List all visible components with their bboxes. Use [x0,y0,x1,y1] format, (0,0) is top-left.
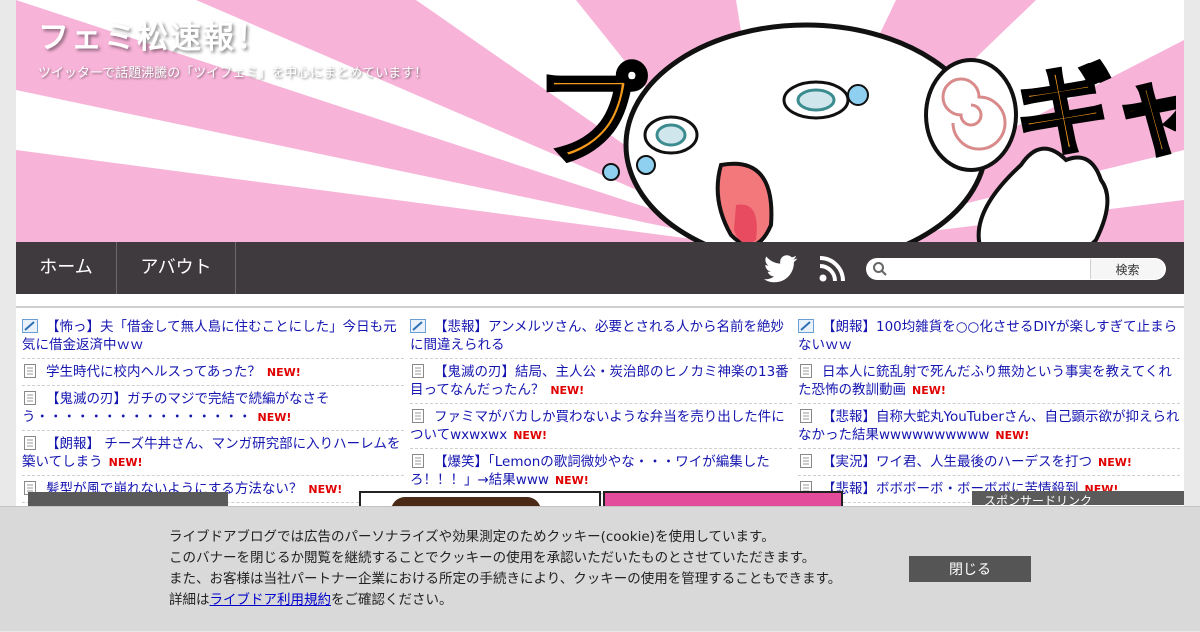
document-icon [412,409,424,423]
headline-link[interactable]: 【悲報】自称大蛇丸YouTuberさん、自己顕示欲が抑えられなかった結果wwww… [798,409,1179,443]
cookie-line-3: また、お客様は当社パートナー企業における所定の手続きにより、クッキーの使用を管理… [169,571,842,587]
headline-link[interactable]: 【朗報】 チーズ牛丼さん、マンガ研究部に入りハーレムを築いてしまう [22,436,400,470]
document-icon [412,364,424,378]
cookie-consent-banner: ライブドアブログでは広告のパーソナライズや効果測定のためクッキー(cookie)… [0,506,1200,631]
headline-link[interactable]: 【実況】ワイ君、人生最後のハーデスを打つ [822,454,1092,470]
headline-link[interactable]: 【怖っ】夫「借金して無人島に住むことにした」今日も元気に借金返済中ｗｗ [22,319,397,353]
cookie-line-4: 詳細はライブドア利用規約をご確認ください。 [169,590,841,611]
headline-link[interactable]: 【爆笑】「Lemonの歌詞微妙やな・・・ワイが編集したろ！！！」→結果www [410,454,770,488]
cookie-close-button[interactable]: 閉じる [909,556,1031,582]
twitter-icon[interactable] [764,255,798,283]
list-item: 日本人に銃乱射で死んだふり無効という事実を教えてくれた恐怖の教訓動画 NEW! [798,361,1180,404]
document-icon [24,364,36,378]
cookie-details-suffix: をご確認ください。 [331,592,453,608]
headline-link[interactable]: 【悲報】アンメルツさん、必要とされる人から名前を絶妙に間違えられる [410,319,784,353]
headline-link[interactable]: 【朗報】100均雑貨を○○化させるDIYが楽しすぎて止まらないｗｗ [798,319,1177,353]
search-box: 検索 [866,258,1166,280]
nav-home-link[interactable]: ホーム [16,242,117,294]
headline-link[interactable]: 学生時代に校内ヘルスってあった？ [46,364,261,380]
list-item: 【怖っ】夫「借金して無人島に住むことにした」今日も元気に借金返済中ｗｗ [22,316,404,359]
new-badge: NEW! [266,366,301,379]
list-item: 【悲報】自称大蛇丸YouTuberさん、自己顕示欲が抑えられなかった結果wwww… [798,406,1180,449]
document-icon [24,391,36,405]
document-icon [800,454,812,468]
headline-link[interactable]: ファミマがバカしか買わないような弁当を売り出した件についてwxwxwx [410,409,785,443]
pencil-icon [798,319,814,333]
list-item: ファミマがバカしか買わないような弁当を売り出した件についてwxwxwx NEW! [410,406,792,449]
cookie-line-2: このバナーを閉じるか閲覧を継続することでクッキーの使用を承認いただいたものとさせ… [169,550,816,566]
list-item: 【実況】ワイ君、人生最後のハーデスを打つ NEW! [798,451,1180,476]
cookie-line-1: ライブドアブログでは広告のパーソナライズや効果測定のためクッキー(cookie)… [169,529,775,545]
link-column-2: 【悲報】アンメルツさん、必要とされる人から名前を絶妙に間違えられる 【鬼滅の刃】… [410,316,792,496]
sidebar-block-header [28,492,228,506]
global-nav: ホーム アバウト 検索 [16,242,1184,294]
cookie-details-prefix: 詳細は [169,592,210,608]
site-header: フェミ松速報！ ツイッターで話題沸騰の「ツイフェミ」を中心にまとめています！ プ [16,0,1184,242]
new-badge: NEW! [550,384,585,397]
nav-about-link[interactable]: アバウト [117,242,236,294]
headline-link[interactable]: 【鬼滅の刃】結局、主人公・炭治郎のヒノカミ神楽の13番目ってなんだったん？ [410,364,789,398]
list-item: 学生時代に校内ヘルスってあった？ NEW! [22,361,404,386]
document-icon [800,409,812,423]
site-description: ツイッターで話題沸騰の「ツイフェミ」を中心にまとめています！ [38,66,428,81]
link-column-3: 【朗報】100均雑貨を○○化させるDIYが楽しすぎて止まらないｗｗ 日本人に銃乱… [798,316,1180,505]
new-badge: NEW! [995,429,1030,442]
article-thumbnail[interactable] [359,491,601,507]
rss-icon[interactable] [819,256,845,282]
mascot-sfx-right: ギャ [1016,56,1176,168]
new-badge: NEW! [108,456,143,469]
search-button[interactable]: 検索 [1090,259,1164,279]
document-icon [24,436,36,450]
list-item: 【鬼滅の刃】ガチのマジで完結で続編がなさそう・・・・・・・・・・・・・・・・ NE… [22,388,404,431]
article-thumbnail[interactable] [603,491,843,507]
terms-link[interactable]: ライブドア利用規約 [210,592,332,608]
list-item: 【悲報】アンメルツさん、必要とされる人から名前を絶妙に間違えられる [410,316,792,359]
new-badge: NEW! [513,429,548,442]
list-item: 【鬼滅の刃】結局、主人公・炭治郎のヒノカミ神楽の13番目ってなんだったん？ NEW… [410,361,792,404]
new-badge: NEW! [257,411,292,424]
list-item: 【朗報】100均雑貨を○○化させるDIYが楽しすぎて止まらないｗｗ [798,316,1180,359]
cookie-message: ライブドアブログでは広告のパーソナライズや効果測定のためクッキー(cookie)… [169,527,841,611]
document-icon [800,364,812,378]
new-badge: NEW! [912,384,946,397]
sponsor-header: スポンサードリンク [972,491,1184,505]
new-badge: NEW! [1098,456,1132,469]
document-icon [412,454,424,468]
search-input[interactable] [890,260,1086,278]
list-item: 【爆笑】「Lemonの歌詞微妙やな・・・ワイが編集したろ！！！」→結果www NE… [410,451,792,494]
pencil-icon [22,319,38,333]
pencil-icon [410,319,426,333]
search-icon [873,262,887,276]
headline-link[interactable]: 日本人に銃乱射で死んだふり無効という事実を教えてくれた恐怖の教訓動画 [798,364,1172,398]
mascot-illustration: プ ギャ [534,22,1176,242]
new-badge: NEW! [308,483,343,496]
new-badge: NEW! [554,474,589,487]
site-title[interactable]: フェミ松速報！ [38,12,269,57]
list-item: 【朗報】 チーズ牛丼さん、マンガ研究部に入りハーレムを築いてしまう NEW! [22,433,404,476]
link-column-1: 【怖っ】夫「借金して無人島に住むことにした」今日も元気に借金返済中ｗｗ 学生時代… [22,316,404,505]
